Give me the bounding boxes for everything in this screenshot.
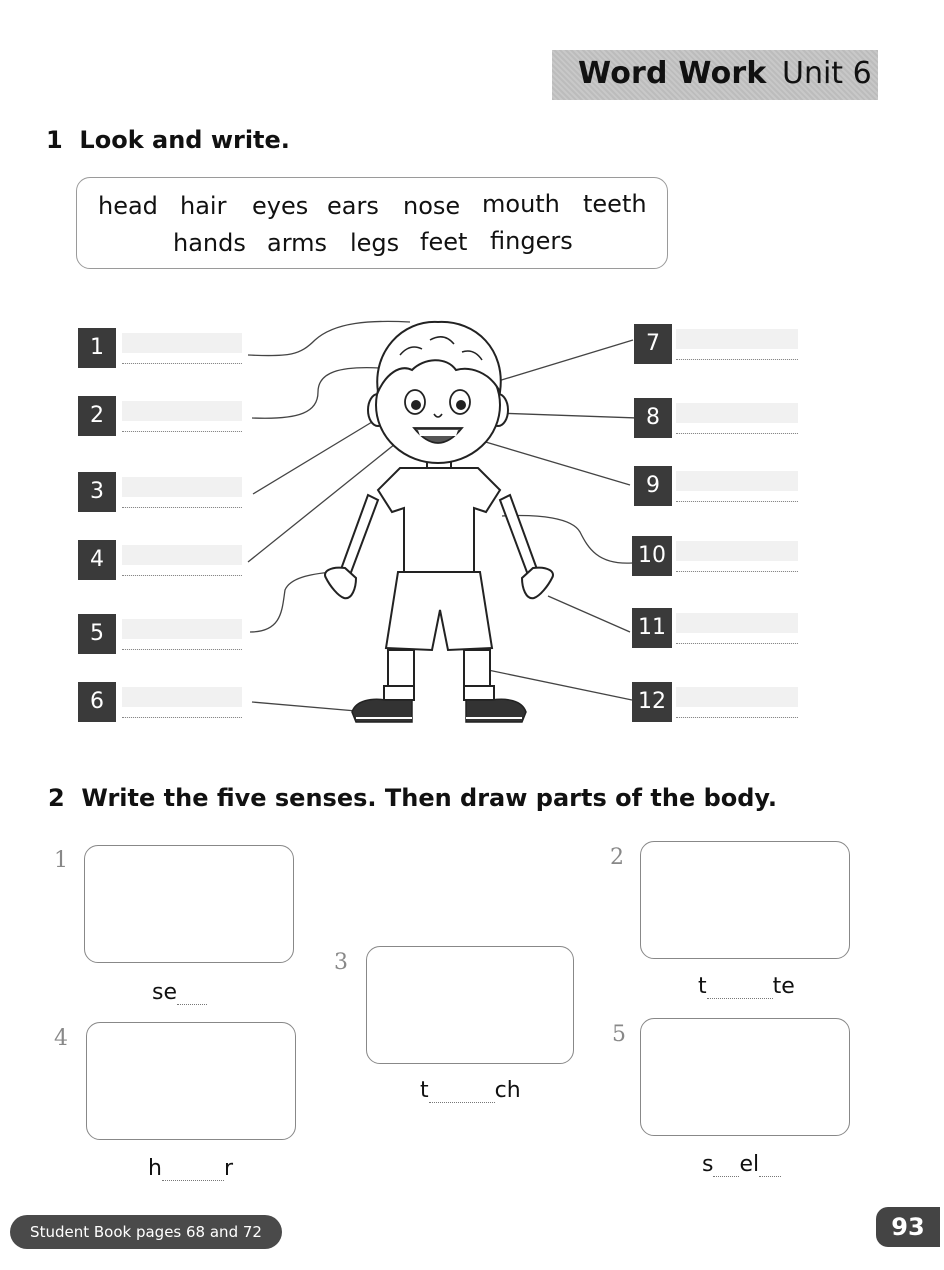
blank-dots[interactable] xyxy=(428,1084,495,1103)
label-number: 1 xyxy=(78,328,116,368)
label-number: 5 xyxy=(78,614,116,654)
label-number: 12 xyxy=(632,682,672,722)
sense-word-4: h r xyxy=(148,1156,233,1181)
label-number: 4 xyxy=(78,540,116,580)
label-number: 3 xyxy=(78,472,116,512)
answer-line-7[interactable] xyxy=(676,329,798,360)
sense-number: 2 xyxy=(610,845,624,870)
blank-dots[interactable] xyxy=(706,980,773,999)
sense-number: 5 xyxy=(612,1022,626,1047)
sense-word-end: el xyxy=(739,1152,760,1177)
exercise2-number: 2 xyxy=(48,784,65,812)
student-book-reference: Student Book pages 68 and 72 xyxy=(10,1215,282,1249)
label-number: 11 xyxy=(632,608,672,648)
sense-word-end: te xyxy=(772,974,795,999)
sense-word-start: t xyxy=(420,1078,429,1103)
answer-line-3[interactable] xyxy=(122,477,242,508)
page-number: 93 xyxy=(876,1207,940,1247)
answer-line-2[interactable] xyxy=(122,401,242,432)
sense-word-5: s el xyxy=(702,1152,782,1177)
sense-word-end: ch xyxy=(494,1078,521,1103)
label-number: 8 xyxy=(634,398,672,438)
answer-line-6[interactable] xyxy=(122,687,242,718)
blank-dots[interactable] xyxy=(161,1162,224,1181)
blank-dots[interactable] xyxy=(759,1158,782,1177)
answer-line-4[interactable] xyxy=(122,545,242,576)
blank-dots[interactable] xyxy=(713,1158,740,1177)
drawing-box-3[interactable] xyxy=(366,946,574,1064)
drawing-box-4[interactable] xyxy=(86,1022,296,1140)
sense-word-start: se xyxy=(152,980,177,1005)
sense-number: 1 xyxy=(54,848,68,873)
label-number: 9 xyxy=(634,466,672,506)
exercise2-instruction: Write the five senses. Then draw parts o… xyxy=(81,784,777,812)
sense-word-start: s xyxy=(702,1152,714,1177)
blank-dots[interactable] xyxy=(177,986,207,1005)
label-number: 6 xyxy=(78,682,116,722)
sense-word-1: se xyxy=(152,980,207,1005)
sense-number: 4 xyxy=(54,1026,68,1051)
label-number: 10 xyxy=(632,536,672,576)
answer-line-11[interactable] xyxy=(676,613,798,644)
sense-word-3: t ch xyxy=(420,1078,521,1103)
sense-word-end: r xyxy=(223,1156,233,1181)
drawing-box-2[interactable] xyxy=(640,841,850,959)
answer-line-1[interactable] xyxy=(122,333,242,364)
sense-word-start: t xyxy=(698,974,707,999)
answer-line-8[interactable] xyxy=(676,403,798,434)
exercise2-heading: 2 Write the five senses. Then draw parts… xyxy=(48,784,777,812)
sense-word-start: h xyxy=(148,1156,162,1181)
drawing-box-1[interactable] xyxy=(84,845,294,963)
sense-word-2: t te xyxy=(698,974,795,999)
answer-line-12[interactable] xyxy=(676,687,798,718)
label-number: 7 xyxy=(634,324,672,364)
answer-line-10[interactable] xyxy=(676,541,798,572)
label-number: 2 xyxy=(78,396,116,436)
answer-line-9[interactable] xyxy=(676,471,798,502)
drawing-box-5[interactable] xyxy=(640,1018,850,1136)
answer-line-5[interactable] xyxy=(122,619,242,650)
sense-number: 3 xyxy=(334,950,348,975)
